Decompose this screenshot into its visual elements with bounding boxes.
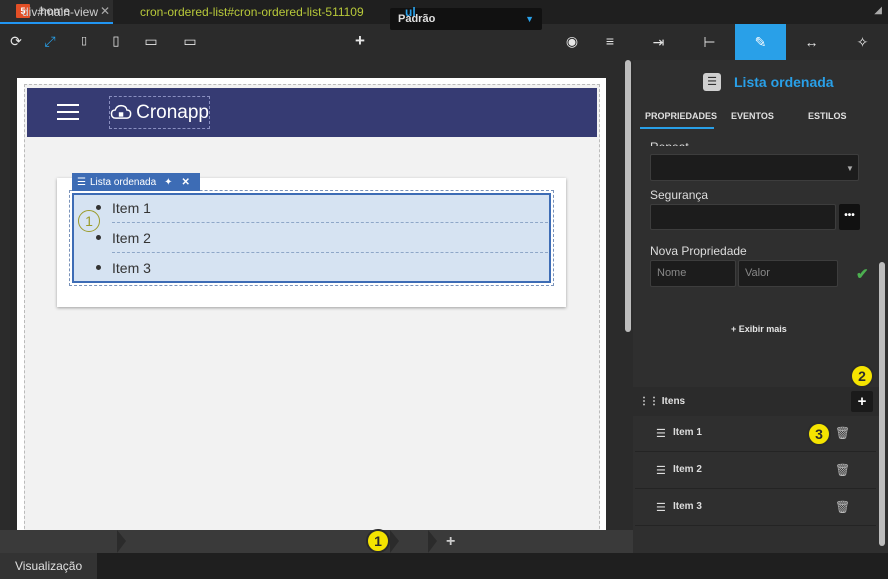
- annotation-marker: 1: [366, 529, 390, 553]
- breadcrumb-separator: [390, 530, 399, 553]
- list-item[interactable]: Item 1: [112, 193, 548, 223]
- item-label: Item 2: [673, 464, 702, 475]
- breadcrumb-separator: [428, 530, 437, 553]
- property-value-input[interactable]: Valor: [738, 260, 838, 287]
- breadcrumb-item-ordered-list[interactable]: cron-ordered-list#cron-ordered-list-5111…: [140, 5, 364, 19]
- preset-select-value: Padrão: [398, 13, 436, 25]
- breadcrumb-separator: [117, 530, 126, 553]
- hamburger-icon[interactable]: [57, 104, 79, 120]
- trash-icon[interactable]: 🗑: [835, 426, 850, 440]
- expand-icon[interactable]: ⤢: [42, 33, 58, 49]
- security-label: Segurança: [650, 188, 709, 202]
- refresh-icon[interactable]: ⟳: [8, 33, 24, 49]
- property-name-input[interactable]: Nome: [650, 260, 736, 287]
- pencil-icon[interactable]: ✎: [735, 24, 786, 60]
- selection-label-text: Lista ordenada: [89, 176, 157, 188]
- tablet-icon[interactable]: ▯: [108, 33, 124, 49]
- window-restore-icon[interactable]: ◢: [874, 5, 882, 16]
- canvas-scrollbar-thumb[interactable]: [625, 60, 631, 332]
- add-icon[interactable]: +: [352, 32, 368, 49]
- arrows-icon[interactable]: ↔: [786, 24, 837, 60]
- tree-icon[interactable]: ⊢: [684, 24, 735, 60]
- tab-active-indicator: [640, 127, 714, 129]
- magic-icon[interactable]: ✦: [164, 177, 172, 188]
- bullet-icon: [96, 235, 101, 240]
- chevron-down-icon: ▼: [846, 164, 854, 173]
- trash-icon[interactable]: 🗑: [835, 500, 850, 514]
- bullet-icon: [96, 265, 101, 270]
- check-icon[interactable]: ✔: [856, 265, 869, 283]
- list-icon: ☰: [656, 428, 666, 440]
- tab-visualizacao[interactable]: Visualização: [0, 553, 97, 579]
- repeat-label: Repeat: [650, 136, 689, 146]
- list-item[interactable]: Item 3: [112, 253, 548, 283]
- desktop-icon[interactable]: ▭: [143, 33, 159, 49]
- logo-text: Cronapp: [136, 101, 209, 123]
- tab-properties[interactable]: PROPRIEDADES: [645, 111, 717, 121]
- mobile-icon[interactable]: ▯: [76, 33, 92, 49]
- breadcrumb: [0, 530, 633, 553]
- grid-icon: ⋮⋮: [639, 396, 662, 407]
- new-property-label: Nova Propriedade: [650, 244, 747, 258]
- list-icon: ☰: [77, 176, 86, 188]
- show-more-link[interactable]: + Exibir mais: [731, 324, 787, 334]
- list-item[interactable]: Item 2: [112, 223, 548, 253]
- items-title: ⋮⋮ Itens: [639, 396, 685, 407]
- monitor-icon[interactable]: ▭: [182, 33, 198, 49]
- component-title-text: Lista ordenada: [734, 74, 834, 90]
- list-icon: ☰: [703, 73, 721, 91]
- add-item-button[interactable]: +: [851, 391, 873, 412]
- component-title: ☰ Lista ordenada: [703, 72, 834, 92]
- magic-icon[interactable]: ✧: [837, 24, 888, 60]
- list-item[interactable]: ☰ Item 1 🗑: [635, 416, 876, 452]
- eye-slash-icon[interactable]: ◉: [564, 33, 580, 49]
- canvas-scrollbar[interactable]: [624, 60, 633, 530]
- annotation-marker: 2: [850, 364, 874, 388]
- list-item[interactable]: ☰ Item 3 🗑: [635, 490, 876, 526]
- list-icon: ☰: [656, 465, 666, 477]
- repeat-select[interactable]: [650, 154, 859, 181]
- items-title-text: Itens: [661, 396, 686, 407]
- breadcrumb-item-main-view[interactable]: div#main-view: [22, 5, 98, 19]
- breadcrumb-item-ul[interactable]: ul: [405, 5, 416, 19]
- selection-label[interactable]: ☰ Lista ordenada ✦ ✕: [72, 173, 200, 191]
- annotation-marker: 3: [807, 422, 831, 446]
- tab-styles[interactable]: ESTILOS: [808, 111, 847, 121]
- tab-events[interactable]: EVENTOS: [731, 111, 774, 121]
- item-label: Item 3: [673, 501, 702, 512]
- main-view[interactable]: [24, 84, 600, 544]
- list-item[interactable]: ☰ Item 2 🗑: [635, 453, 876, 489]
- annotation-marker: 1: [78, 210, 100, 232]
- bottom-bar: [0, 553, 888, 579]
- logo[interactable]: Cronapp: [109, 96, 210, 129]
- panel-scrollbar[interactable]: [879, 262, 885, 546]
- database-icon[interactable]: ≡: [602, 33, 618, 49]
- bullet-icon: [96, 205, 101, 210]
- chevron-down-icon: ▼: [525, 14, 534, 24]
- trash-icon[interactable]: 🗑: [835, 463, 850, 477]
- list-icon: ☰: [656, 502, 666, 514]
- breadcrumb-add-icon[interactable]: +: [446, 533, 455, 551]
- login-icon[interactable]: ⇥: [633, 24, 684, 60]
- cloud-icon: [110, 104, 132, 119]
- close-icon[interactable]: ✕: [182, 177, 190, 188]
- item-label: Item 1: [673, 427, 702, 438]
- security-more-button[interactable]: •••: [839, 204, 860, 230]
- security-input[interactable]: [650, 204, 836, 230]
- close-icon[interactable]: ✕: [100, 4, 110, 18]
